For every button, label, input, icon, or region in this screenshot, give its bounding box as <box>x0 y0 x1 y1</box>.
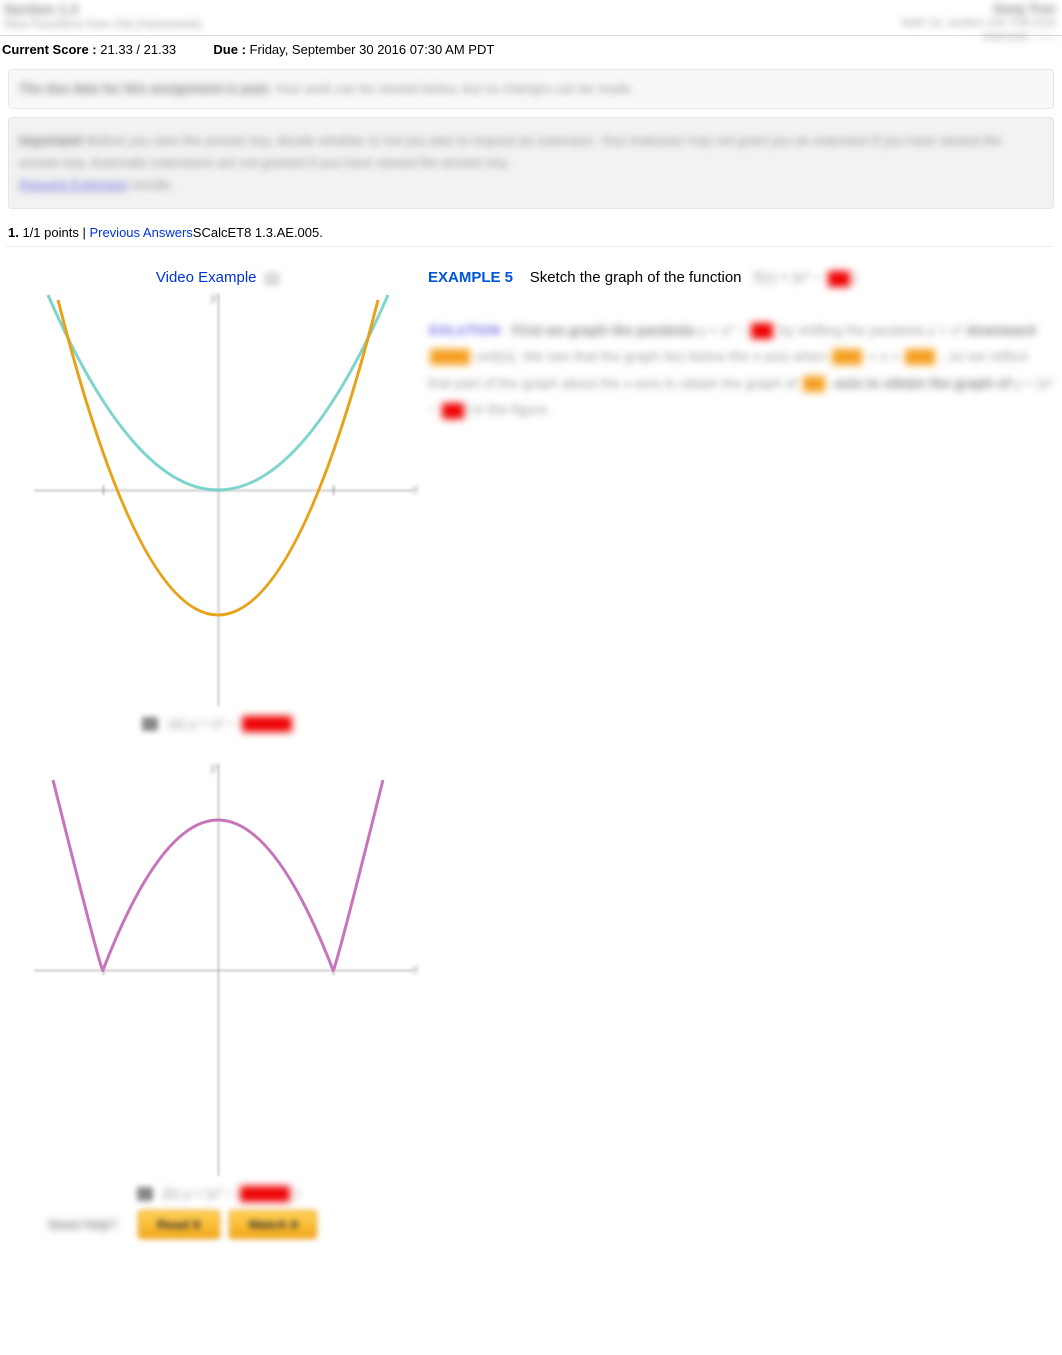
caption-a-lhs: (a) y = x² − <box>168 715 240 731</box>
sol-blank-1 <box>751 323 773 339</box>
example-label: EXAMPLE 5 <box>428 269 513 286</box>
notice-text: Your work can be viewed below, but no ch… <box>271 81 634 96</box>
text-column: EXAMPLE 5 Sketch the graph of the functi… <box>428 263 1054 1259</box>
assignment-subtitle: New Functions from Old (Homework) <box>4 17 201 32</box>
sol-2b: unit(s). We see that the graph lies belo… <box>476 348 831 364</box>
header-right: Sang Tran Math 1A, section 109, Fall 201… <box>901 2 1056 44</box>
question-source: SCalcET8 1.3.AE.005 <box>193 225 319 240</box>
caption-b-rhs: | <box>296 1185 300 1201</box>
solution-text: SOLUTION First we graph the parabola y =… <box>428 305 1054 423</box>
sol-2a: downward <box>966 322 1035 338</box>
due-value: Friday, September 30 2016 07:30 AM PDT <box>250 42 495 57</box>
help-buttons-row: Need Help? Read It Watch It <box>36 1210 428 1239</box>
sol-blank-xhi <box>905 349 935 365</box>
sol-1a: First we graph the parabola <box>512 322 699 338</box>
video-example-link[interactable]: Video Example <box>156 269 257 286</box>
video-row: Video Example <box>8 269 428 286</box>
example-row: EXAMPLE 5 Sketch the graph of the functi… <box>428 269 1054 286</box>
need-help-label: Need Help? <box>36 1211 129 1238</box>
sol-blank-xlo <box>832 349 862 365</box>
assignment-title: Section 1.3 <box>4 2 201 17</box>
important-body: Before you view the answer key, decide w… <box>19 133 1002 170</box>
sol-blank-axis <box>803 376 825 392</box>
caption-icon <box>142 717 158 731</box>
page-header: Section 1.3 New Functions from Old (Home… <box>0 0 1062 36</box>
curve-set-b <box>18 760 418 1180</box>
graph-a: x y (a) y = x² − <box>18 290 418 710</box>
caption-b-lhs: (b) y = |x² − <box>163 1185 238 1201</box>
caption-icon <box>137 1187 153 1201</box>
question-points: 1/1 points | <box>22 225 89 240</box>
sol-1b: by shifting the parabola <box>779 322 928 338</box>
watch-it-button[interactable]: Watch It <box>229 1210 317 1239</box>
header-left: Section 1.3 New Functions from Old (Home… <box>4 2 201 32</box>
example-prompt: Sketch the graph of the function <box>530 269 742 286</box>
graph-b-caption: (b) y = |x² − | <box>18 1185 418 1202</box>
fn-rhs: |. <box>852 269 860 286</box>
previous-answers-link[interactable]: Previous Answers <box>89 225 192 240</box>
question-header: 1. 1/1 points | Previous AnswersSCalcET8… <box>6 219 1054 247</box>
read-it-button[interactable]: Read It <box>138 1210 219 1239</box>
sol-2e: in the figure. <box>474 401 551 417</box>
solution-label: SOLUTION <box>428 322 500 338</box>
graphs-column: Video Example x y (a) y = x² − <box>8 263 428 1259</box>
sol-2c: < x < <box>868 348 903 364</box>
important-label: Important! <box>19 133 83 148</box>
notice-bold: The due date for this assignment is past… <box>19 81 271 96</box>
student-name: Sang Tran <box>901 2 1056 16</box>
score-value: 21.33 / 21.33 <box>100 42 176 57</box>
sol-blank-units <box>430 349 470 365</box>
fn-blank <box>828 271 850 287</box>
fn-lhs: f(x) = |x² − <box>754 269 826 286</box>
important-box: Important! Before you view the answer ke… <box>8 117 1054 209</box>
curve-set-a <box>18 290 418 710</box>
question-body: Video Example x y (a) y = x² − <box>0 251 1062 1259</box>
instructor-info: Instructor: —— <box>901 30 1056 44</box>
course-info: Math 1A, section 109, Fall 2016 <box>901 16 1056 30</box>
request-extension-link[interactable]: Request Extension <box>19 177 128 192</box>
video-icon[interactable] <box>264 272 280 286</box>
question-dot: . <box>319 225 323 240</box>
caption-b-blank <box>240 1186 290 1202</box>
due-label: Due : <box>213 42 246 57</box>
caption-a-blank <box>242 716 292 732</box>
sol-blank-final <box>442 403 464 419</box>
graph-a-caption: (a) y = x² − <box>18 715 418 732</box>
question-number: 1. <box>8 225 19 240</box>
score-label: Current Score : <box>2 42 97 57</box>
past-due-notice: The due date for this assignment is past… <box>8 69 1054 109</box>
graph-b: x y (b) y = |x² − | <box>18 760 418 1180</box>
